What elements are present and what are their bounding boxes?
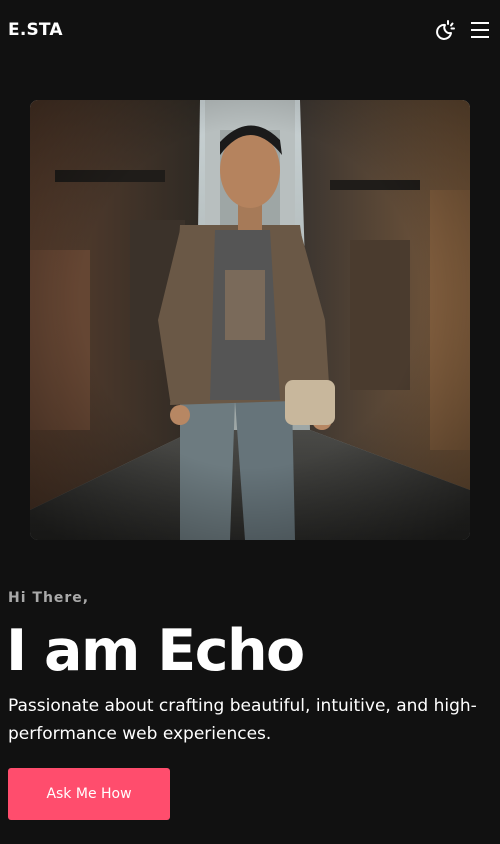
site-header: E.STA [0,0,500,60]
hero-tagline: Passionate about crafting beautiful, int… [8,696,477,744]
theme-toggle-button[interactable] [432,19,456,43]
hero-headline: I am Echo [6,618,305,684]
hero-portrait-photo [30,100,470,540]
ask-me-how-button[interactable]: Ask Me How [8,768,170,820]
site-logo[interactable]: E.STA [8,20,63,40]
hamburger-menu-icon [471,22,489,38]
menu-button[interactable] [470,20,490,40]
hero-greeting: Hi There, [8,590,90,606]
theme-toggle-icon [436,20,455,40]
